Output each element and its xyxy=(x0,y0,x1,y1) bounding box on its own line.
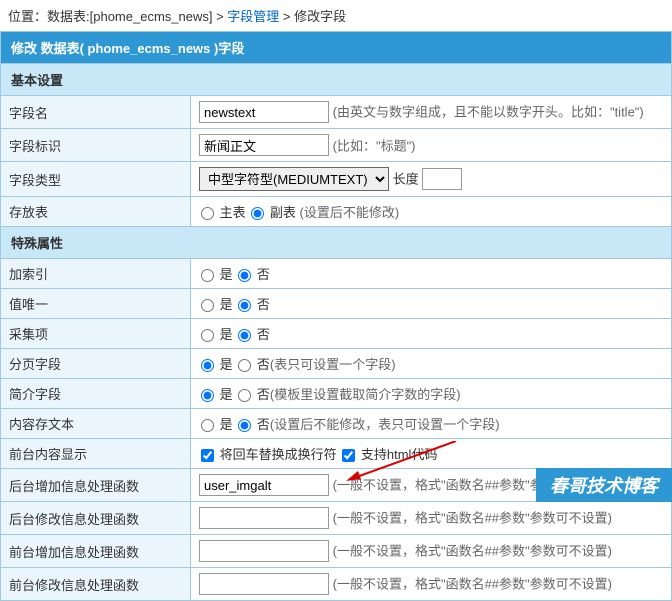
label-savetext: 内容存文本 xyxy=(1,409,191,439)
length-input[interactable] xyxy=(422,168,462,190)
label-frontadd: 前台增加信息处理函数 xyxy=(1,535,191,568)
backedit-hint: (一般不设置，格式"函数名##参数"参数可不设置) xyxy=(333,511,612,526)
label-frontshow: 前台内容显示 xyxy=(1,439,191,469)
label-frontedit: 前台修改信息处理函数 xyxy=(1,568,191,601)
savetext-hint: (设置后不能修改，表只可设置一个字段) xyxy=(270,417,500,432)
storetable-main-radio[interactable] xyxy=(201,207,214,220)
label-unique: 值唯一 xyxy=(1,289,191,319)
length-label: 长度 xyxy=(393,172,419,187)
label-fieldtype: 字段类型 xyxy=(1,162,191,197)
section-special: 特殊属性 xyxy=(1,227,672,259)
label-addindex: 加索引 xyxy=(1,259,191,289)
frontedit-input[interactable] xyxy=(199,573,329,595)
page-title: 修改 数据表( phome_ecms_news )字段 xyxy=(0,31,672,64)
form-table: 字段名 (由英文与数字组成，且不能以数字开头。比如："title") 字段标识 … xyxy=(0,96,672,601)
frontadd-input[interactable] xyxy=(199,540,329,562)
label-backedit: 后台修改信息处理函数 xyxy=(1,502,191,535)
fieldname-hint: (由英文与数字组成，且不能以数字开头。比如："title") xyxy=(333,105,644,120)
brief-yes[interactable] xyxy=(201,389,214,402)
paging-yes[interactable] xyxy=(201,359,214,372)
savetext-yes[interactable] xyxy=(201,419,214,432)
frontshow-br-check[interactable] xyxy=(201,449,214,462)
brief-no[interactable] xyxy=(238,389,251,402)
backadd-input[interactable] xyxy=(199,474,329,496)
addindex-yes[interactable] xyxy=(201,269,214,282)
fieldmark-hint: (比如："标题") xyxy=(333,139,416,154)
breadcrumb: 位置：数据表:[phome_ecms_news] > 字段管理 > 修改字段 xyxy=(0,0,672,31)
frontadd-hint: (一般不设置，格式"函数名##参数"参数可不设置) xyxy=(333,544,612,559)
frontshow-html-check[interactable] xyxy=(342,449,355,462)
savetext-no[interactable] xyxy=(238,419,251,432)
fieldmark-input[interactable] xyxy=(199,134,329,156)
fieldtype-select[interactable]: 中型字符型(MEDIUMTEXT) xyxy=(199,167,389,191)
paging-hint: (表只可设置一个字段) xyxy=(270,357,396,372)
paging-no[interactable] xyxy=(238,359,251,372)
label-storetable: 存放表 xyxy=(1,197,191,227)
addindex-no[interactable] xyxy=(238,269,251,282)
storetable-sub-radio[interactable] xyxy=(251,207,264,220)
label-fieldname: 字段名 xyxy=(1,96,191,129)
label-paging: 分页字段 xyxy=(1,349,191,379)
collect-no[interactable] xyxy=(238,329,251,342)
fieldname-input[interactable] xyxy=(199,101,329,123)
label-brief: 简介字段 xyxy=(1,379,191,409)
breadcrumb-link[interactable]: 字段管理 xyxy=(227,9,279,24)
label-fieldmark: 字段标识 xyxy=(1,129,191,162)
section-basic: 基本设置 xyxy=(0,64,672,96)
label-collect: 采集项 xyxy=(1,319,191,349)
unique-no[interactable] xyxy=(238,299,251,312)
backedit-input[interactable] xyxy=(199,507,329,529)
brief-hint: (模板里设置截取简介字数的字段) xyxy=(270,387,461,402)
label-backadd: 后台增加信息处理函数 xyxy=(1,469,191,502)
collect-yes[interactable] xyxy=(201,329,214,342)
frontedit-hint: (一般不设置，格式"函数名##参数"参数可不设置) xyxy=(333,577,612,592)
watermark: 春哥技术博客 xyxy=(536,468,672,502)
storetable-hint: (设置后不能修改) xyxy=(300,205,400,220)
unique-yes[interactable] xyxy=(201,299,214,312)
